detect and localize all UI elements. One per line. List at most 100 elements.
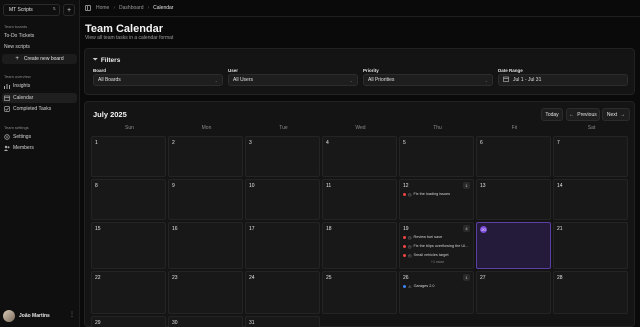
calendar-day[interactable]: 1 bbox=[91, 136, 166, 177]
weekday-header: Sat bbox=[587, 125, 596, 131]
priority-dot-icon bbox=[403, 253, 406, 257]
calendar-day[interactable]: 10 bbox=[245, 179, 320, 220]
board-filter-select[interactable]: All Boards ⌄ bbox=[93, 74, 223, 86]
calendar-day[interactable]: 17 bbox=[245, 222, 320, 269]
calendar-day-today[interactable]: 20 bbox=[476, 222, 551, 269]
sidebar-item-calendar[interactable]: Calendar bbox=[2, 93, 77, 103]
user-filter-label: User bbox=[228, 68, 239, 73]
calendar-day[interactable]: 9 bbox=[168, 179, 243, 220]
calendar-day[interactable]: 26 1 ⚠ Garages 2.0 bbox=[399, 271, 474, 314]
calendar-day[interactable]: 27 bbox=[476, 271, 551, 314]
calendar-day[interactable]: 4 bbox=[322, 136, 397, 177]
today-button[interactable]: Today bbox=[541, 108, 563, 121]
day-number: 13 bbox=[480, 183, 486, 189]
breadcrumb-separator: › bbox=[113, 5, 116, 11]
workspace-selector[interactable]: MT Scripts ⇅ bbox=[3, 4, 60, 16]
calendar-icon bbox=[503, 76, 509, 84]
date-range-label: Date Range bbox=[498, 68, 523, 73]
sidebar-item-insights[interactable]: Insights bbox=[2, 81, 77, 91]
day-number: 4 bbox=[326, 140, 329, 146]
section-team-boards: Team boards bbox=[4, 24, 28, 29]
page-title: Team Calendar bbox=[85, 23, 164, 35]
calendar-day[interactable]: 21 bbox=[553, 222, 628, 269]
calendar-day[interactable]: 15 bbox=[91, 222, 166, 269]
priority-dot-icon bbox=[403, 192, 406, 196]
weekday-header: Thu bbox=[433, 125, 442, 131]
priority-filter-select[interactable]: All Priorities ⌄ bbox=[363, 74, 493, 86]
sidebar-item-completed-tasks[interactable]: Completed Tasks bbox=[2, 104, 77, 114]
month-title: July 2025 bbox=[93, 110, 127, 119]
task-status-icon: ◷ bbox=[408, 191, 412, 197]
task-count-badge: 4 bbox=[463, 225, 470, 232]
calendar-day[interactable]: 14 bbox=[553, 179, 628, 220]
calendar-day[interactable]: 8 bbox=[91, 179, 166, 220]
sidebar-item-todo-tickets[interactable]: To-Do Tickets bbox=[2, 31, 77, 41]
calendar-day[interactable]: 18 bbox=[322, 222, 397, 269]
user-filter-select[interactable]: All Users ⌄ bbox=[228, 74, 358, 86]
breadcrumb-home[interactable]: Home bbox=[96, 5, 109, 11]
task-status-icon: ◷ bbox=[408, 234, 412, 240]
arrow-right-icon: → bbox=[620, 111, 626, 118]
task-title: Fix the blips overflowing the UI... bbox=[413, 244, 469, 248]
calendar-day[interactable]: 11 bbox=[322, 179, 397, 220]
calendar-day[interactable]: 19 4 ◷ Review fuel save ◷ Fix the blips overf… bbox=[399, 222, 474, 269]
sidebar-toggle-icon[interactable] bbox=[85, 5, 91, 11]
previous-button[interactable]: ← Previous bbox=[566, 108, 600, 121]
next-button[interactable]: Next → bbox=[602, 108, 630, 121]
calendar-day[interactable]: 6 bbox=[476, 136, 551, 177]
calendar-day[interactable]: 25 bbox=[322, 271, 397, 314]
day-number: 17 bbox=[249, 226, 255, 232]
day-number: 25 bbox=[326, 275, 332, 281]
breadcrumb-current: Calendar bbox=[153, 5, 174, 11]
create-new-board-button[interactable]: + Create new board bbox=[2, 54, 77, 64]
chevron-updown-icon: ⇅ bbox=[52, 6, 56, 11]
priority-dot-icon bbox=[403, 244, 406, 248]
page-subtitle: View all team tasks in a calendar format bbox=[85, 35, 174, 41]
calendar-day[interactable]: 13 bbox=[476, 179, 551, 220]
more-tasks-link[interactable]: +1 more bbox=[400, 260, 475, 264]
task-item[interactable]: ◷ Small vehicles target bbox=[403, 252, 471, 258]
task-title: Garages 2.0 bbox=[413, 284, 435, 288]
task-item[interactable]: ⚠ Garages 2.0 bbox=[403, 283, 471, 289]
add-workspace-button[interactable]: + bbox=[63, 4, 75, 16]
day-number: 1 bbox=[95, 140, 98, 146]
calendar-day[interactable]: 12 1 ◷ Fix the loading issues bbox=[399, 179, 474, 220]
sidebar-item-settings[interactable]: Settings bbox=[2, 132, 77, 142]
more-vertical-icon[interactable]: ⋮ bbox=[69, 311, 75, 318]
weekday-header: Sun bbox=[125, 125, 134, 131]
task-item[interactable]: ◷ Fix the loading issues bbox=[403, 191, 471, 197]
sidebar-item-members[interactable]: Members bbox=[2, 143, 77, 153]
calendar-icon bbox=[4, 95, 10, 101]
day-number: 5 bbox=[403, 140, 406, 146]
calendar-day[interactable]: 29 bbox=[91, 316, 166, 327]
calendar-day[interactable]: 30 bbox=[168, 316, 243, 327]
calendar-day[interactable]: 7 bbox=[553, 136, 628, 177]
day-number: 29 bbox=[95, 320, 101, 326]
calendar-day[interactable]: 23 bbox=[168, 271, 243, 314]
user-profile[interactable]: João Martins ⋮ bbox=[3, 309, 77, 322]
calendar-day[interactable]: 24 bbox=[245, 271, 320, 314]
day-number: 16 bbox=[172, 226, 178, 232]
day-number: 6 bbox=[480, 140, 483, 146]
calendar-day[interactable]: 2 bbox=[168, 136, 243, 177]
check-list-icon bbox=[4, 106, 10, 112]
task-count-badge: 1 bbox=[463, 182, 470, 189]
calendar-day[interactable]: 28 bbox=[553, 271, 628, 314]
calendar-day[interactable]: 16 bbox=[168, 222, 243, 269]
breadcrumb-dashboard[interactable]: Dashboard bbox=[119, 5, 143, 11]
calendar-day[interactable]: 31 bbox=[245, 316, 320, 327]
priority-dot-icon bbox=[403, 284, 406, 288]
calendar-day[interactable]: 3 bbox=[245, 136, 320, 177]
top-bar: Home › Dashboard › Calendar bbox=[80, 0, 640, 17]
day-number: 9 bbox=[172, 183, 175, 189]
calendar-day[interactable]: 5 bbox=[399, 136, 474, 177]
filters-panel: ⏷ Filters Board All Boards ⌄ User All Us… bbox=[84, 48, 635, 95]
priority-filter-label: Priority bbox=[363, 68, 379, 73]
calendar-day[interactable]: 22 bbox=[91, 271, 166, 314]
task-item[interactable]: ◷ Review fuel save bbox=[403, 234, 471, 240]
date-range-picker[interactable]: Jul 1 - Jul 31 bbox=[498, 74, 628, 86]
day-number: 27 bbox=[480, 275, 486, 281]
sidebar-item-new-scripts[interactable]: New scripts bbox=[2, 42, 77, 52]
task-item[interactable]: ◷ Fix the blips overflowing the UI... bbox=[403, 243, 471, 249]
task-count-badge: 1 bbox=[463, 274, 470, 281]
